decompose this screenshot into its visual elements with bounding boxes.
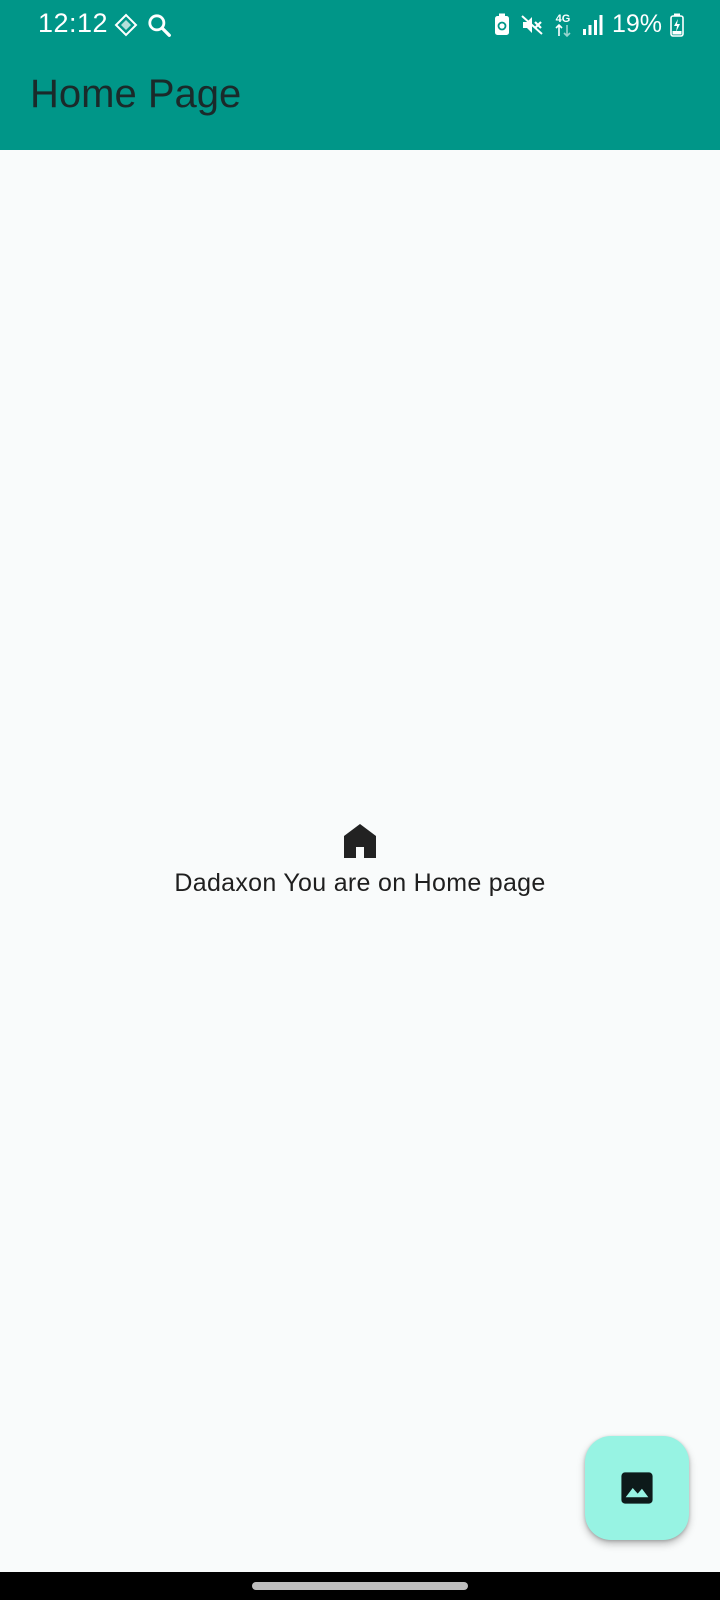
svg-text:4G: 4G [556,13,571,25]
home-message: Dadaxon You are on Home page [174,869,546,897]
system-nav-bar [0,1572,720,1600]
status-time: 12:12 [38,8,109,38]
home-icon [344,824,376,858]
status-bar: 12:12 4G 19% [0,0,720,52]
battery-charging-icon [670,13,684,37]
network-4g-icon: 4G [555,13,571,37]
search-icon [148,14,171,37]
gesture-handle[interactable] [252,1582,468,1590]
battery-saver-icon [494,13,509,35]
page-title: Home Page [30,72,242,116]
battery-percentage: 19% [611,10,662,38]
mute-icon [521,14,543,35]
image-icon [621,1472,653,1504]
app-notification-icon [114,13,138,37]
image-fab-button[interactable] [585,1436,689,1540]
screen: 12:12 4G 19% Home Page Dadaxon You are o… [0,0,720,1600]
status-right-icons: 4G 19% [492,10,684,39]
signal-icon [582,14,603,35]
status-left-icons [114,12,172,38]
home-content: Dadaxon You are on Home page [0,822,720,898]
app-bar: Home Page [0,52,720,150]
